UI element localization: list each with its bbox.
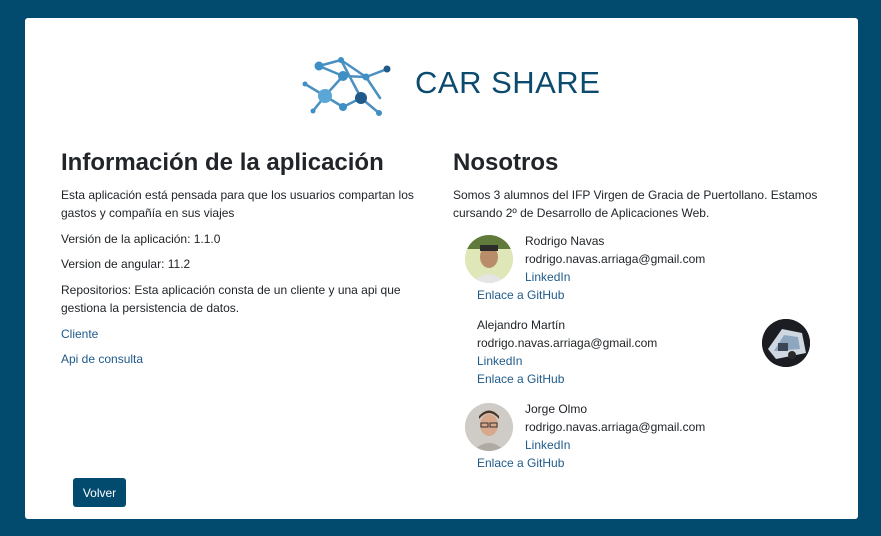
- avatar-alejandro: [762, 319, 810, 367]
- linkedin-link[interactable]: LinkedIn: [525, 436, 570, 454]
- member-email: rodrigo.navas.arriaga@gmail.com: [477, 336, 658, 350]
- avatar-rodrigo: [465, 235, 513, 283]
- member-email: rodrigo.navas.arriaga@gmail.com: [525, 252, 706, 266]
- github-link[interactable]: Enlace a GitHub: [477, 286, 564, 304]
- api-link[interactable]: Api de consulta: [61, 350, 143, 368]
- linkedin-link[interactable]: LinkedIn: [477, 352, 522, 370]
- avatar-jorge: [465, 403, 513, 451]
- brand-name: CAR SHARE: [415, 65, 601, 100]
- back-button[interactable]: Volver: [73, 478, 126, 507]
- version-app: Versión de la aplicación: 1.1.0: [61, 232, 221, 246]
- content-card: CAR SHARE Información de la aplicación E…: [25, 18, 858, 519]
- repos-description: Repositorios: Esta aplicación consta de …: [61, 283, 401, 315]
- app-logo: CAR SHARE: [299, 56, 601, 116]
- client-link[interactable]: Cliente: [61, 325, 98, 343]
- github-link[interactable]: Enlace a GitHub: [477, 454, 564, 472]
- member-name: Jorge Olmo: [525, 402, 588, 416]
- info-description: Esta aplicación está pensada para que lo…: [61, 188, 414, 220]
- github-link[interactable]: Enlace a GitHub: [477, 370, 564, 388]
- team-heading: Nosotros: [453, 149, 559, 176]
- network-logo-icon: [302, 57, 391, 116]
- member-name: Alejandro Martín: [477, 318, 566, 332]
- info-heading: Información de la aplicación: [61, 149, 384, 176]
- member-name: Rodrigo Navas: [525, 234, 605, 248]
- version-angular: Version de angular: 11.2: [61, 257, 191, 271]
- linkedin-link[interactable]: LinkedIn: [525, 268, 570, 286]
- member-email: rodrigo.navas.arriaga@gmail.com: [525, 420, 706, 434]
- team-intro: Somos 3 alumnos del IFP Virgen de Gracia…: [453, 188, 818, 220]
